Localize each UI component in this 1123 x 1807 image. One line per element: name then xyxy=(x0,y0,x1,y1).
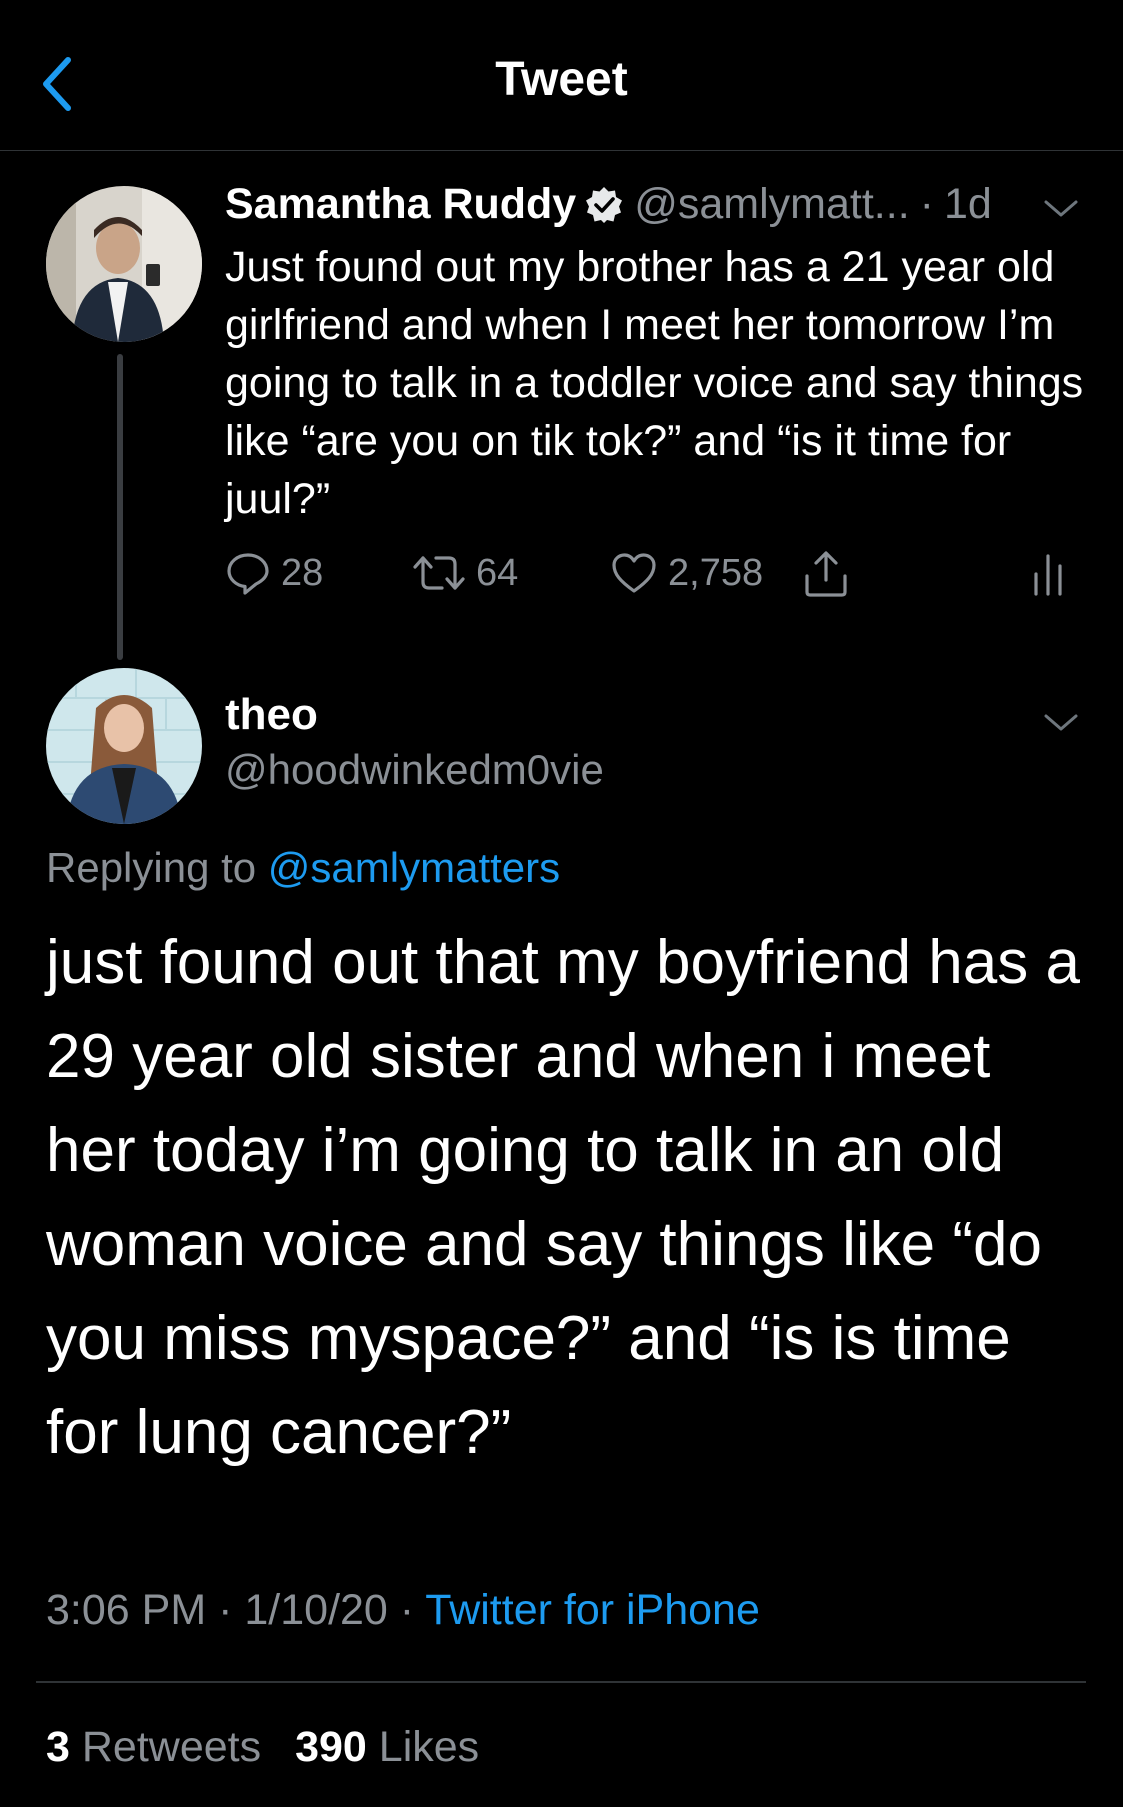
avatar-samantha[interactable] xyxy=(46,186,202,342)
like-icon xyxy=(612,553,656,593)
chevron-down-icon[interactable] xyxy=(1042,196,1080,220)
tweet-meta-line: 3:06 PM · 1/10/20 · Twitter for iPhone xyxy=(46,1586,760,1635)
reply-tweet-text: just found out that my boyfriend has a 2… xyxy=(46,928,1080,1467)
reply-icon xyxy=(227,553,269,595)
reply-author-handle[interactable]: @hoodwinkedm0vie xyxy=(225,746,604,794)
retweet-icon xyxy=(413,556,465,590)
retweets-count: 3 xyxy=(46,1723,70,1771)
likes-label: Likes xyxy=(378,1723,480,1771)
tweet-time: 3:06 PM xyxy=(46,1586,207,1634)
retweet-count: 64 xyxy=(476,551,519,594)
share-icon[interactable] xyxy=(801,550,861,598)
retweets-stat[interactable]: 3 Retweets xyxy=(46,1723,261,1771)
thread-connector-line xyxy=(117,354,123,660)
analytics-icon[interactable] xyxy=(1031,550,1075,598)
meta-dot: · xyxy=(218,1586,233,1634)
tweet-date: 1/10/20 xyxy=(244,1586,388,1634)
replying-to-line: Replying to @samlymatters xyxy=(46,844,560,892)
engagement-stats: 3 Retweets 390 Likes xyxy=(46,1723,479,1772)
replying-to-handle-link[interactable]: @samlymatters xyxy=(268,844,560,891)
divider xyxy=(36,1681,1086,1683)
parent-tweet-text: Just found out my brother has a 21 year … xyxy=(225,243,1084,523)
reply-button[interactable]: 28 xyxy=(225,550,323,596)
reply-count: 28 xyxy=(281,551,324,594)
avatar-theo[interactable] xyxy=(46,668,202,824)
chevron-down-icon[interactable] xyxy=(1042,710,1080,734)
parent-tweet-actions: 28 64 2,758 xyxy=(225,550,1085,610)
separator-dot: · xyxy=(919,180,934,228)
retweets-label: Retweets xyxy=(81,1723,262,1771)
reply-author-name[interactable]: theo xyxy=(225,690,318,740)
page-title: Tweet xyxy=(495,53,628,106)
meta-dot: · xyxy=(399,1586,415,1634)
like-count: 2,758 xyxy=(668,551,764,594)
verified-badge-icon xyxy=(584,185,624,225)
author-handle[interactable]: @samlymatt... xyxy=(634,180,909,229)
tweet-age: 1d xyxy=(943,180,992,228)
tweet-source-link[interactable]: Twitter for iPhone xyxy=(425,1586,760,1634)
likes-stat[interactable]: 390 Likes xyxy=(295,1723,479,1771)
parent-tweet-header: Samantha Ruddy @samlymatt... · 1d xyxy=(225,180,992,229)
likes-count: 390 xyxy=(295,1723,367,1771)
like-button[interactable]: 2,758 xyxy=(610,550,763,596)
retweet-button[interactable]: 64 xyxy=(412,550,518,596)
author-name[interactable]: Samantha Ruddy xyxy=(225,180,576,229)
replying-to-label: Replying to xyxy=(46,844,257,891)
